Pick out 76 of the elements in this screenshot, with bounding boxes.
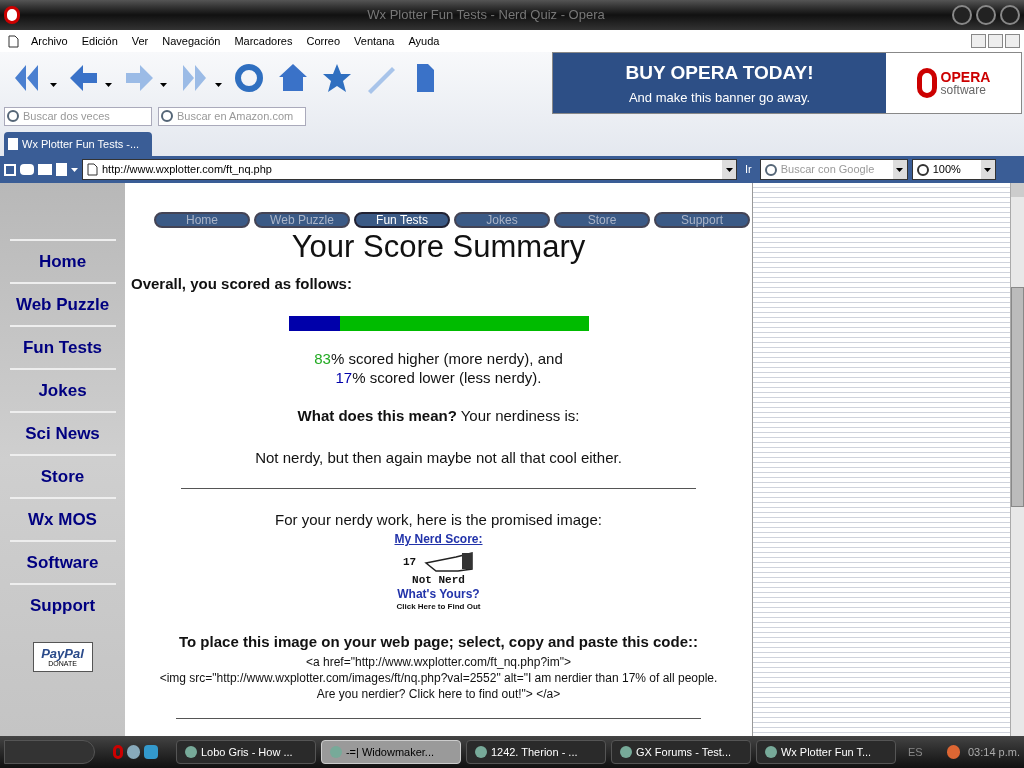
image-intro-text: For your nerdy work, here is the promised image:	[275, 509, 602, 530]
menu-item[interactable]: Ventana	[354, 32, 395, 50]
sidebar-link[interactable]: Support	[9, 583, 116, 626]
intro-text: Overall, you scored as follows:	[130, 274, 352, 294]
opera-icon	[4, 6, 20, 24]
page-heading: Your Score Summary	[291, 229, 586, 265]
nerd-score-badge[interactable]: My Nerd Score: 17 Not Nerd What's Yours? Click Here to Find Out	[388, 533, 489, 611]
menu-item[interactable]: Marcadores	[234, 32, 293, 50]
taskbar-button[interactable]: GX Forums - Test...	[610, 740, 751, 764]
meaning-text: What does this mean? Your nerdiness is:	[297, 405, 580, 426]
taskbar-button[interactable]: Lobo Gris - How ...	[175, 740, 316, 764]
dropdown-button[interactable]	[722, 160, 736, 179]
window-title: Wx Plotter Fun Tests - Nerd Quiz - Opera	[366, 6, 606, 25]
close-button[interactable]	[1005, 34, 1020, 48]
go-button[interactable]: Ir	[741, 161, 756, 178]
menu-item[interactable]: Archivo	[31, 32, 68, 50]
browser-tab[interactable]: Wx Plotter Fun Tests -...	[4, 132, 152, 156]
sidebar-link[interactable]: Store	[9, 454, 116, 497]
dropdown-icon[interactable]	[71, 167, 78, 172]
search-placeholder: Buscar en Amazon.com	[177, 108, 294, 124]
menu-item[interactable]: Ayuda	[408, 32, 440, 50]
verdict-text: Not nerdy, but then again maybe not all that cool either.	[255, 448, 622, 468]
caret-icon	[896, 167, 904, 172]
stat-text: 17% scored lower (less nerdy).	[335, 367, 542, 387]
banner-subline: And make this banner go away.	[628, 88, 811, 107]
scrollbar[interactable]	[1010, 183, 1024, 736]
sidebar-link[interactable]: Wx MOS	[9, 497, 116, 540]
clock: 03:14 p.m.	[968, 744, 1020, 760]
sidebar-link[interactable]: Web Puzzle	[9, 282, 116, 325]
close-button[interactable]	[1000, 5, 1020, 25]
banner-headline: BUY OPERA TODAY!	[625, 61, 814, 85]
opera-logo-icon	[916, 68, 937, 98]
maximize-button[interactable]	[976, 5, 996, 25]
taskbar-button[interactable]: Wx Plotter Fun T...	[755, 740, 896, 764]
code-line: Are you nerdier? Click here to find out!"> </a>	[316, 685, 561, 702]
dropdown-button[interactable]	[892, 160, 907, 179]
nav-tab[interactable]: Fun Tests	[354, 212, 450, 228]
menu-item[interactable]: Ver	[131, 32, 149, 50]
caret-icon	[984, 167, 992, 172]
zoom-field[interactable]: 100%	[911, 159, 996, 180]
logo-text: OPERA	[940, 70, 991, 84]
code-line: <img src="http://www.wxplotter.com/images/ft/nq.php?val=2552" alt="I am nerdier than 17% of all people.	[159, 669, 718, 686]
sidebar-link[interactable]: Jokes	[9, 368, 116, 411]
dropdown-icon[interactable]	[105, 83, 112, 87]
caret-icon	[725, 167, 733, 172]
zoom-value: 100%	[932, 162, 962, 178]
dropdown-icon[interactable]	[215, 83, 222, 87]
menu-item[interactable]: Navegación	[162, 32, 221, 50]
sidebar-link[interactable]: Home	[9, 239, 116, 282]
language-indicator[interactable]: ES	[907, 743, 923, 761]
code-line: <a href="http://www.wxplotter.com/ft_nq.php?im">	[306, 653, 571, 670]
dropdown-icon[interactable]	[50, 83, 57, 87]
restore-button[interactable]	[988, 34, 1003, 48]
sidebar-link[interactable]: Software	[9, 540, 116, 583]
opera-icon[interactable]	[113, 745, 124, 759]
menu-item[interactable]: Edición	[81, 32, 118, 50]
address-field[interactable]: http://www.wxplotter.com/ft_nq.php	[82, 159, 737, 180]
sidebar-link[interactable]: Sci News	[9, 411, 116, 454]
banner[interactable]: BUY OPERA TODAY! And make this banner go away. OPERA software	[552, 52, 1022, 114]
menu-item[interactable]: Correo	[306, 32, 341, 50]
logo-subtext: software	[940, 84, 987, 96]
stat-text: 83% scored higher (more nerdy), and	[314, 348, 563, 368]
minimize-button[interactable]	[952, 5, 972, 25]
code-heading: To place this image on your web page; select, copy and paste this code::	[179, 632, 698, 652]
document-icon	[8, 34, 19, 48]
taskbar-button[interactable]: 1242. Therion - ...	[465, 740, 606, 764]
search-placeholder: Buscar con Google	[780, 162, 876, 178]
minimize-button[interactable]	[971, 34, 986, 48]
dropdown-button[interactable]	[980, 160, 995, 179]
start-button[interactable]	[4, 740, 96, 764]
search-placeholder: Buscar dos veces	[23, 108, 110, 124]
dropdown-icon[interactable]	[160, 83, 167, 87]
scrollbar-thumb[interactable]	[1011, 287, 1024, 507]
sidebar-link[interactable]: Fun Tests	[9, 325, 116, 368]
taskbar-button[interactable]: -=| Widowmaker...	[320, 740, 461, 764]
url-text: http://www.wxplotter.com/ft_nq.php	[102, 162, 273, 178]
